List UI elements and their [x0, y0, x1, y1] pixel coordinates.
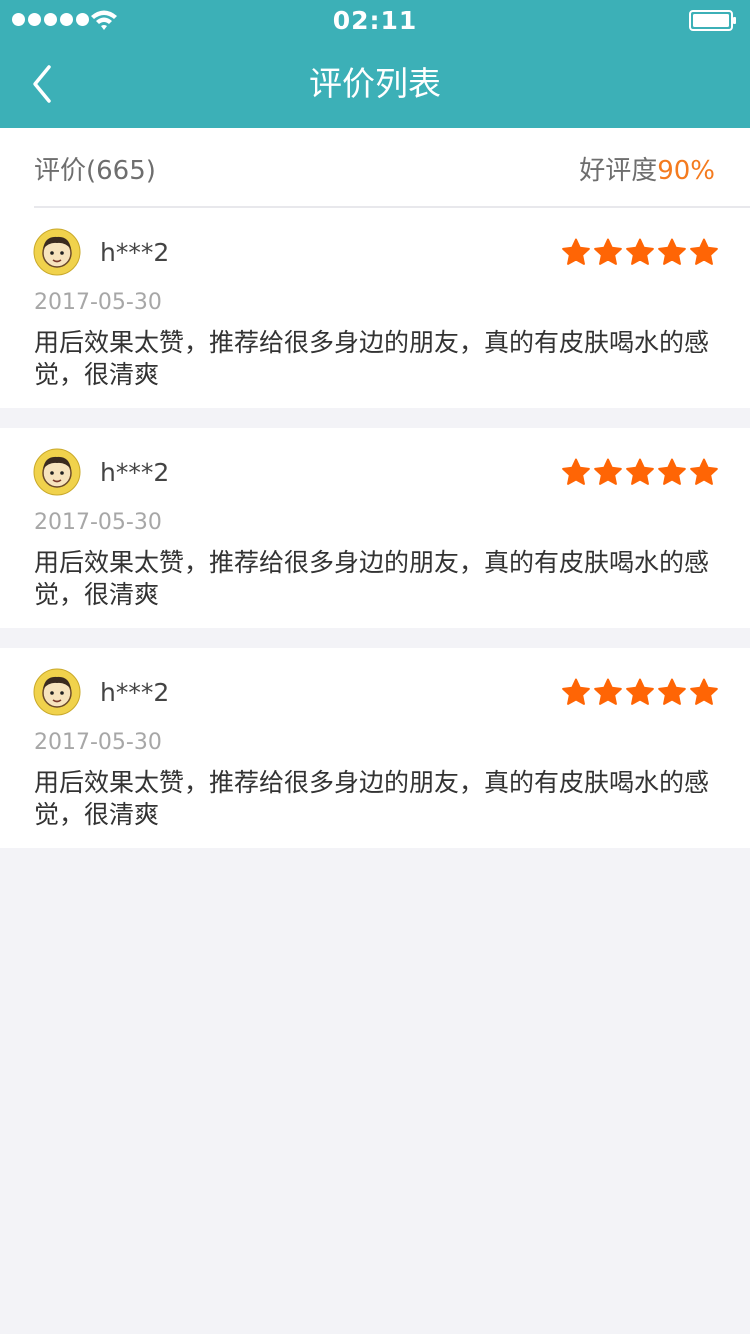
star-icon — [658, 678, 686, 705]
star-icon — [690, 238, 718, 265]
review-content: 用后效果太赞，推荐给很多身边的朋友，真的有皮肤喝水的感觉，很清爽 — [34, 328, 710, 389]
star-icon — [594, 678, 622, 705]
star-icon — [658, 238, 686, 265]
review-summary: 评价(665) 好评度90% — [0, 128, 750, 208]
review-date: 2017-05-30 — [34, 290, 162, 315]
review-username: h***2 — [100, 238, 170, 267]
avatar — [33, 448, 81, 496]
header-background: 02:11 评价列表 — [0, 0, 750, 128]
rating-stars — [562, 678, 718, 705]
review-content: 用后效果太赞，推荐给很多身边的朋友，真的有皮肤喝水的感觉，很清爽 — [34, 768, 710, 829]
positive-rate-value: 90% — [657, 156, 715, 186]
star-icon — [562, 458, 590, 485]
star-icon — [594, 238, 622, 265]
review-username: h***2 — [100, 678, 170, 707]
review-item: h***2 2017-05-30 用后效果太赞，推荐给很多身边的朋友，真的有皮肤… — [0, 428, 750, 628]
battery-icon — [689, 10, 736, 31]
review-content: 用后效果太赞，推荐给很多身边的朋友，真的有皮肤喝水的感觉，很清爽 — [34, 548, 710, 609]
rating-stars — [562, 238, 718, 265]
star-icon — [690, 458, 718, 485]
review-date: 2017-05-30 — [34, 510, 162, 535]
status-bar: 02:11 — [0, 0, 750, 40]
star-icon — [658, 458, 686, 485]
navigation-bar: 评价列表 — [0, 40, 750, 128]
star-icon — [594, 458, 622, 485]
review-username: h***2 — [100, 458, 170, 487]
review-date: 2017-05-30 — [34, 730, 162, 755]
review-item: h***2 2017-05-30 用后效果太赞，推荐给很多身边的朋友，真的有皮肤… — [0, 648, 750, 848]
avatar — [33, 668, 81, 716]
star-icon — [626, 458, 654, 485]
star-icon — [562, 238, 590, 265]
review-item: h***2 2017-05-30 用后效果太赞，推荐给很多身边的朋友，真的有皮肤… — [0, 208, 750, 408]
positive-rate: 好评度90% — [579, 150, 715, 187]
positive-rate-label: 好评度 — [579, 156, 658, 186]
star-icon — [626, 678, 654, 705]
star-icon — [690, 678, 718, 705]
star-icon — [626, 238, 654, 265]
rating-stars — [562, 458, 718, 485]
avatar — [33, 228, 81, 276]
page-title: 评价列表 — [309, 64, 441, 103]
review-count: 评价(665) — [34, 156, 156, 186]
star-icon — [562, 678, 590, 705]
status-time: 02:11 — [332, 6, 418, 35]
